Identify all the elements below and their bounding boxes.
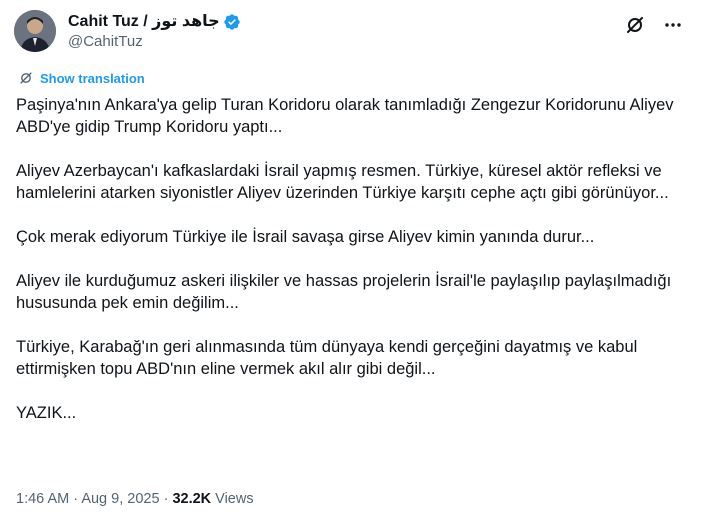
header-actions bbox=[624, 10, 696, 36]
author-name-row[interactable]: Cahit Tuz / جاهد توز bbox=[68, 12, 241, 32]
avatar-image bbox=[14, 10, 56, 52]
tweet-meta: 1:46 AM · Aug 9, 2025 · 32.2K Views bbox=[16, 489, 254, 509]
tweet-header: Cahit Tuz / جاهد توز @CahitTuz bbox=[14, 10, 696, 60]
tweet-paragraph: Türkiye, Karabağ'ın geri alınmasında tüm… bbox=[16, 338, 638, 378]
avatar[interactable] bbox=[14, 10, 56, 52]
meta-separator: · bbox=[73, 491, 79, 507]
tweet-paragraph: Çok merak ediyorum Türkiye ile İsrail sa… bbox=[16, 228, 595, 246]
meta-separator: · bbox=[163, 491, 169, 507]
verified-badge-icon bbox=[223, 13, 241, 31]
tweet-date[interactable]: Aug 9, 2025 bbox=[81, 491, 159, 507]
author-identity: Cahit Tuz / جاهد توز @CahitTuz bbox=[68, 10, 241, 52]
tweet-card: Cahit Tuz / جاهد توز @CahitTuz Show tran… bbox=[14, 10, 696, 424]
tweet-time[interactable]: 1:46 AM bbox=[16, 491, 69, 507]
author-display-name[interactable]: Cahit Tuz / جاهد توز bbox=[68, 12, 220, 32]
grok-slash-icon[interactable] bbox=[624, 14, 646, 36]
tweet-paragraph: YAZIK... bbox=[16, 404, 77, 422]
show-translation-label: Show translation bbox=[40, 70, 145, 86]
tweet-text: Paşinya'nın Ankara'ya gelip Turan Korido… bbox=[16, 94, 686, 424]
more-horizontal-icon[interactable] bbox=[662, 14, 684, 36]
views-count: 32.2K bbox=[172, 491, 212, 507]
author-handle[interactable]: @CahitTuz bbox=[68, 32, 241, 52]
tweet-paragraph: Aliyev Azerbaycan'ı kafkaslardaki İsrail… bbox=[16, 162, 669, 202]
tweet-paragraph: Aliyev ile kurduğumuz askeri ilişkiler v… bbox=[16, 272, 672, 312]
show-translation-button[interactable]: Show translation bbox=[18, 70, 696, 86]
translate-slash-icon bbox=[18, 70, 34, 86]
views-label: Views bbox=[215, 491, 254, 507]
tweet-paragraph: Paşinya'nın Ankara'ya gelip Turan Korido… bbox=[16, 96, 674, 136]
